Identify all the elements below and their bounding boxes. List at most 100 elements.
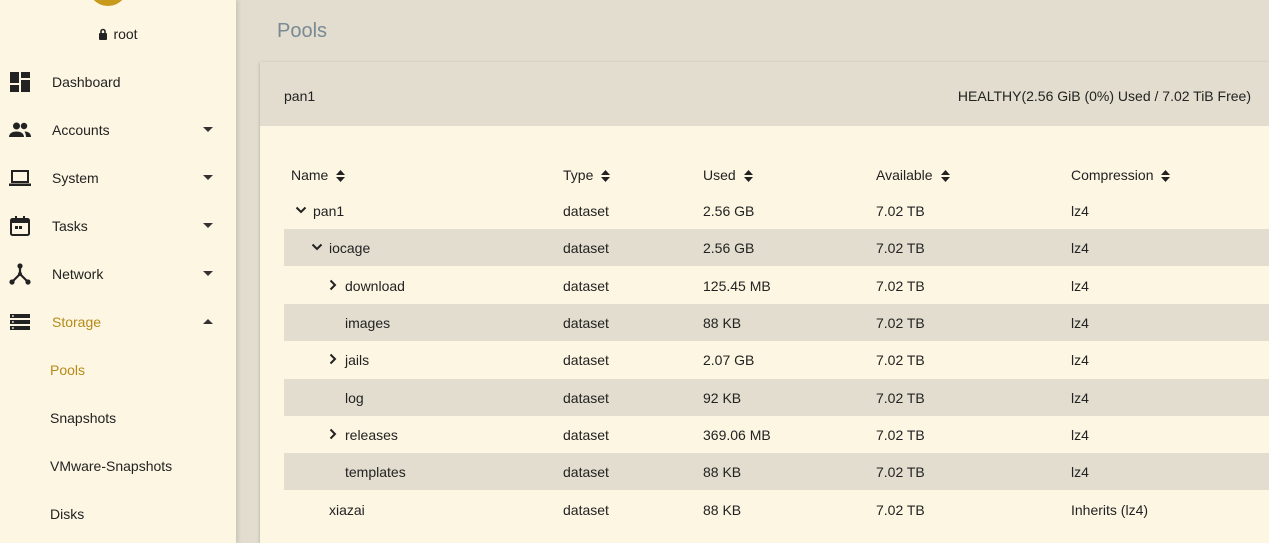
table-row[interactable]: download dataset 125.45 MB 7.02 TB lz4 <box>284 267 1269 304</box>
people-icon <box>9 122 31 137</box>
cell-used: 88 KB <box>703 464 742 480</box>
cell-compression: lz4 <box>1071 278 1089 294</box>
column-header-label: Type <box>563 167 594 183</box>
cell-type: dataset <box>563 352 609 368</box>
cell-available: 7.02 TB <box>876 502 925 518</box>
sidebar-item-network[interactable]: Network <box>0 250 236 298</box>
cell-available: 7.02 TB <box>876 427 925 443</box>
page-header: Pools <box>260 0 1269 62</box>
cell-type: dataset <box>563 427 609 443</box>
sidebar-subitem-label: VMware-Snapshots <box>50 458 173 474</box>
logo <box>88 0 128 6</box>
cell-type: dataset <box>563 464 609 480</box>
table-row[interactable]: log dataset 92 KB 7.02 TB lz4 <box>284 379 1269 416</box>
sidebar-subitem-label: Disks <box>50 506 85 522</box>
column-header-label: Name <box>291 167 329 183</box>
cell-available: 7.02 TB <box>876 240 925 256</box>
table-row[interactable]: jails dataset 2.07 GB 7.02 TB lz4 <box>284 341 1269 378</box>
cell-compression: lz4 <box>1071 203 1089 219</box>
chevron-right-icon[interactable] <box>327 353 339 365</box>
sort-icon <box>940 170 950 182</box>
cell-type: dataset <box>563 278 609 294</box>
cell-compression: lz4 <box>1071 315 1089 331</box>
chevron-right-icon[interactable] <box>327 279 339 291</box>
column-header-name[interactable]: Name <box>291 167 346 183</box>
table-row[interactable]: releases dataset 369.06 MB 7.02 TB lz4 <box>284 416 1269 453</box>
table-row[interactable]: images dataset 88 KB 7.02 TB lz4 <box>284 304 1269 341</box>
cell-used: 2.56 GB <box>703 240 755 256</box>
cell-used: 2.07 GB <box>703 352 755 368</box>
cell-name: log <box>345 390 364 406</box>
cell-used: 88 KB <box>703 315 742 331</box>
cell-compression: lz4 <box>1071 427 1089 443</box>
sort-icon <box>743 170 753 182</box>
sidebar-item-tasks[interactable]: Tasks <box>0 202 236 250</box>
pool-status: HEALTHY(2.56 GiB (0%) Used / 7.02 TiB Fr… <box>957 88 1251 104</box>
cell-available: 7.02 TB <box>876 203 925 219</box>
cell-available: 7.02 TB <box>876 278 925 294</box>
sort-icon <box>601 170 611 182</box>
lock-icon <box>99 28 108 40</box>
cell-available: 7.02 TB <box>876 315 925 331</box>
cell-name: images <box>345 315 391 331</box>
pool-name: pan1 <box>284 88 316 104</box>
sidebar-item-label: System <box>52 170 99 186</box>
chevron-down-icon[interactable] <box>295 204 307 216</box>
cell-type: dataset <box>563 390 609 406</box>
pool-header: pan1 HEALTHY(2.56 GiB (0%) Used / 7.02 T… <box>260 62 1269 126</box>
sidebar-item-accounts[interactable]: Accounts <box>0 106 236 154</box>
cell-type: dataset <box>563 203 609 219</box>
pool-card: pan1 HEALTHY(2.56 GiB (0%) Used / 7.02 T… <box>260 62 1269 543</box>
sidebar-subitem-snapshots[interactable]: Snapshots <box>0 394 236 442</box>
calendar-icon <box>10 216 30 236</box>
column-header-available[interactable]: Available <box>876 167 950 183</box>
cell-compression: lz4 <box>1071 390 1089 406</box>
table-row[interactable]: iocage dataset 2.56 GB 7.02 TB lz4 <box>284 229 1269 266</box>
table-row[interactable]: xiazai dataset 88 KB 7.02 TB Inherits (l… <box>284 491 1269 528</box>
column-header-label: Used <box>703 167 736 183</box>
cell-compression: Inherits (lz4) <box>1071 502 1149 518</box>
cell-type: dataset <box>563 502 609 518</box>
sidebar-item-label: Network <box>52 266 104 282</box>
caret-down-icon <box>203 223 213 228</box>
user-info: root <box>0 26 236 42</box>
cell-compression: lz4 <box>1071 464 1089 480</box>
caret-down-icon <box>203 175 213 180</box>
column-header-label: Compression <box>1071 167 1154 183</box>
column-header-compression[interactable]: Compression <box>1071 167 1171 183</box>
page-title: Pools <box>277 20 328 42</box>
sidebar-item-dashboard[interactable]: Dashboard <box>0 58 236 106</box>
chevron-down-icon[interactable] <box>311 241 323 253</box>
cell-name: templates <box>345 464 406 480</box>
chevron-right-icon[interactable] <box>327 428 339 440</box>
column-header-used[interactable]: Used <box>703 167 753 183</box>
cell-type: dataset <box>563 315 609 331</box>
username: root <box>113 26 138 42</box>
storage-icon <box>10 314 30 330</box>
sidebar-subitem-label: Snapshots <box>50 410 117 426</box>
cell-name: iocage <box>329 240 371 256</box>
column-header-label: Available <box>876 167 933 183</box>
sidebar-item-storage[interactable]: Storage <box>0 298 236 346</box>
sidebar-subitem-label: Pools <box>50 362 86 378</box>
sidebar-item-label: Dashboard <box>52 74 121 90</box>
sidebar-subitem-pools[interactable]: Pools <box>0 346 236 394</box>
caret-down-icon <box>203 271 213 276</box>
cell-name: download <box>345 278 405 294</box>
table-row[interactable]: templates dataset 88 KB 7.02 TB lz4 <box>284 453 1269 490</box>
sidebar-item-label: Tasks <box>52 218 88 234</box>
cell-available: 7.02 TB <box>876 390 925 406</box>
cell-compression: lz4 <box>1071 240 1089 256</box>
sidebar-item-label: Storage <box>52 314 102 330</box>
cell-available: 7.02 TB <box>876 352 925 368</box>
sidebar-item-system[interactable]: System <box>0 154 236 202</box>
cell-name: releases <box>345 427 398 443</box>
cell-compression: lz4 <box>1071 352 1089 368</box>
cell-available: 7.02 TB <box>876 464 925 480</box>
cell-used: 92 KB <box>703 390 742 406</box>
sidebar-subitem-vmware-snapshots[interactable]: VMware-Snapshots <box>0 442 236 490</box>
sidebar-subitem-disks[interactable]: Disks <box>0 490 236 538</box>
column-header-type[interactable]: Type <box>563 167 611 183</box>
caret-down-icon <box>203 127 213 132</box>
table-row[interactable]: pan1 dataset 2.56 GB 7.02 TB lz4 <box>284 192 1269 229</box>
